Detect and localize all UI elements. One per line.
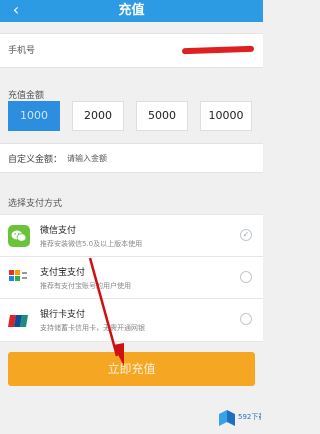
checkmark-icon[interactable]: ✓ (240, 229, 252, 241)
recharge-submit-button[interactable]: 立即充值 (8, 352, 255, 386)
unionpay-icon (8, 313, 28, 327)
watermark-logo: 592下载网 (217, 408, 272, 430)
payment-title-wechat: 微信支付 (40, 226, 77, 236)
payment-desc-wechat: 推荐安装微信5.0及以上版本使用 (40, 240, 143, 248)
custom-amount-row: 自定义金额： (0, 143, 263, 173)
wechat-icon (8, 225, 30, 247)
alipay-icon (8, 269, 28, 287)
chevron-left-icon: ‹ (12, 0, 20, 19)
payment-option-bankcard[interactable]: 银行卡支付 支持储蓄卡信用卡，无需开通网银 (0, 298, 263, 342)
watermark-text: 592下载网 (238, 412, 261, 421)
phone-number-redaction (181, 45, 255, 55)
payment-desc-alipay: 推荐有支付宝账号的用户使用 (40, 282, 131, 290)
payment-title-alipay: 支付宝支付 (40, 268, 86, 278)
custom-amount-label: 自定义金额： (8, 155, 63, 165)
amount-option-2000[interactable]: 2000 (72, 101, 124, 131)
custom-amount-input[interactable] (67, 151, 187, 165)
amount-option-10000[interactable]: 10000 (200, 101, 252, 131)
amount-option-5000[interactable]: 5000 (136, 101, 188, 131)
phone-row[interactable]: 手机号 (0, 33, 263, 68)
payment-desc-bankcard: 支持储蓄卡信用卡，无需开通网银 (40, 324, 145, 332)
payment-option-wechat[interactable]: 微信支付 推荐安装微信5.0及以上版本使用 ✓ (0, 214, 263, 257)
amount-option-1000[interactable]: 1000 (8, 101, 60, 131)
back-button[interactable]: ‹ (8, 0, 24, 22)
payment-title-bankcard: 银行卡支付 (40, 310, 86, 320)
radio-button[interactable] (240, 271, 252, 283)
amount-section-label: 充值金额 (8, 91, 45, 101)
payment-section-label: 选择支付方式 (8, 199, 63, 209)
radio-button[interactable] (240, 313, 252, 325)
payment-option-alipay[interactable]: 支付宝支付 推荐有支付宝账号的用户使用 (0, 256, 263, 299)
header-bar (0, 0, 263, 22)
phone-label: 手机号 (8, 46, 36, 56)
